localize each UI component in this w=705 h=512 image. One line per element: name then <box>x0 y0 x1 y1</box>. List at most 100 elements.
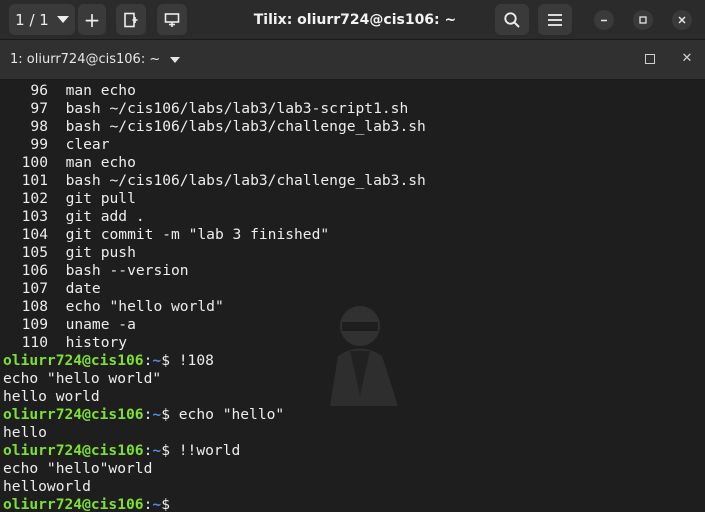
command-output: echo "hello"world <box>3 460 153 477</box>
history-command: man echo <box>65 154 136 171</box>
prompt-path: ~ <box>152 352 162 369</box>
prompt-user-host: oliurr724@cis106 <box>3 496 144 512</box>
session-switcher-button[interactable]: 1 / 1 <box>9 4 75 35</box>
command-output: hello <box>3 424 47 441</box>
split-terminal-down-button[interactable] <box>157 4 187 35</box>
history-line: 100 man echo <box>3 154 136 172</box>
history-number: 102 <box>21 190 48 207</box>
typed-command: !108 <box>178 352 214 369</box>
history-command: history <box>65 334 128 351</box>
hamburger-menu-icon <box>548 13 562 26</box>
history-number: 108 <box>21 298 48 315</box>
plus-icon: + <box>83 7 101 32</box>
chevron-down-icon <box>170 57 181 63</box>
history-command: man echo <box>65 82 136 99</box>
command-output-line: hello <box>3 424 47 442</box>
prompt-line: oliurr724@cis106:~$ <box>3 496 179 512</box>
history-command: git commit -m "lab 3 finished" <box>65 226 330 243</box>
history-line: 96 man echo <box>3 82 136 100</box>
history-command: git add . <box>65 208 145 225</box>
history-line: 105 git push <box>3 244 136 262</box>
history-line: 106 bash --version <box>3 262 189 280</box>
add-session-button[interactable]: + <box>78 4 106 35</box>
prompt-symbol: $ <box>161 442 179 459</box>
history-number: 103 <box>21 208 48 225</box>
history-command: bash ~/cis106/labs/lab3/challenge_lab3.s… <box>65 172 426 189</box>
prompt-symbol: $ <box>161 496 179 512</box>
command-output: echo "hello world" <box>3 370 162 387</box>
history-command: echo "hello world" <box>65 298 224 315</box>
prompt-user-host: oliurr724@cis106 <box>3 442 144 459</box>
close-icon: ✕ <box>681 51 693 66</box>
maximize-terminal-button[interactable] <box>645 54 655 64</box>
split-terminal-right-button[interactable] <box>116 4 146 35</box>
typed-command: echo "hello" <box>178 406 285 423</box>
history-command: date <box>65 280 101 297</box>
history-command: bash ~/cis106/labs/lab3/challenge_lab3.s… <box>65 118 426 135</box>
terminal-tab-bar: 1: oliurr724@cis106: ~ ✕ <box>0 40 705 80</box>
history-line: 101 bash ~/cis106/labs/lab3/challenge_la… <box>3 172 426 190</box>
history-line: 107 date <box>3 280 101 298</box>
close-window-button[interactable] <box>672 10 692 30</box>
close-icon <box>678 16 686 24</box>
history-line: 102 git pull <box>3 190 136 208</box>
history-line: 110 history <box>3 334 127 352</box>
chevron-down-icon <box>56 16 69 23</box>
command-output: helloworld <box>3 478 91 495</box>
prompt-symbol: $ <box>161 352 179 369</box>
typed-command: !!world <box>178 442 241 459</box>
minimize-button[interactable] <box>594 10 614 30</box>
prompt-symbol: $ <box>161 406 179 423</box>
history-number: 109 <box>21 316 48 333</box>
history-line: 99 clear <box>3 136 110 154</box>
history-number: 105 <box>21 244 48 261</box>
prompt-line: oliurr724@cis106:~$ !!world <box>3 442 240 460</box>
command-output-line: helloworld <box>3 478 91 496</box>
history-number: 96 <box>30 82 48 99</box>
maximize-button[interactable] <box>633 10 653 30</box>
terminal-tab-label: 1: oliurr724@cis106: ~ <box>10 52 161 67</box>
prompt-path: ~ <box>152 442 162 459</box>
command-output-line: hello world <box>3 388 100 406</box>
prompt-line: oliurr724@cis106:~$ !108 <box>3 352 214 370</box>
background-watermark-image <box>330 306 398 406</box>
split-down-icon <box>164 12 180 27</box>
close-terminal-button[interactable]: ✕ <box>679 50 695 68</box>
history-number: 110 <box>21 334 48 351</box>
terminal-title-menu[interactable]: 1: oliurr724@cis106: ~ <box>10 40 181 80</box>
prompt-path: ~ <box>152 496 162 512</box>
window-title: Tilix: oliurr724@cis106: ~ <box>253 12 457 28</box>
history-number: 106 <box>21 262 48 279</box>
minimize-icon <box>601 19 607 22</box>
command-output-line: echo "hello"world <box>3 460 152 478</box>
terminal-output[interactable]: 96 man echo 97 bash ~/cis106/labs/lab3/la… <box>0 81 705 512</box>
history-number: 101 <box>21 172 48 189</box>
history-number: 98 <box>30 118 48 135</box>
history-line: 108 echo "hello world" <box>3 298 224 316</box>
command-output: hello world <box>3 388 100 405</box>
prompt-user-host: oliurr724@cis106 <box>3 406 144 423</box>
maximize-icon <box>639 16 647 24</box>
search-icon <box>504 11 520 28</box>
history-number: 107 <box>21 280 48 297</box>
menu-button[interactable] <box>538 4 572 35</box>
prompt-line: oliurr724@cis106:~$ echo "hello" <box>3 406 284 424</box>
history-command: bash --version <box>65 262 189 279</box>
prompt-user-host: oliurr724@cis106 <box>3 352 144 369</box>
history-line: 103 git add . <box>3 208 145 226</box>
history-command: git pull <box>65 190 136 207</box>
history-line: 98 bash ~/cis106/labs/lab3/challenge_lab… <box>3 118 426 136</box>
session-counter: 1 / 1 <box>15 10 49 29</box>
title-bar: 1 / 1 + Tilix: oliurr724@cis106: ~ <box>0 0 705 40</box>
history-command: bash ~/cis106/labs/lab3/lab3-script1.sh <box>65 100 409 117</box>
split-right-icon <box>124 12 138 27</box>
history-number: 97 <box>30 100 48 117</box>
prompt-path: ~ <box>152 406 162 423</box>
history-number: 104 <box>21 226 48 243</box>
search-button[interactable] <box>495 4 529 35</box>
command-output-line: echo "hello world" <box>3 370 161 388</box>
history-line: 104 git commit -m "lab 3 finished" <box>3 226 330 244</box>
history-line: 97 bash ~/cis106/labs/lab3/lab3-script1.… <box>3 100 408 118</box>
history-command: clear <box>65 136 110 153</box>
history-number: 100 <box>21 154 48 171</box>
